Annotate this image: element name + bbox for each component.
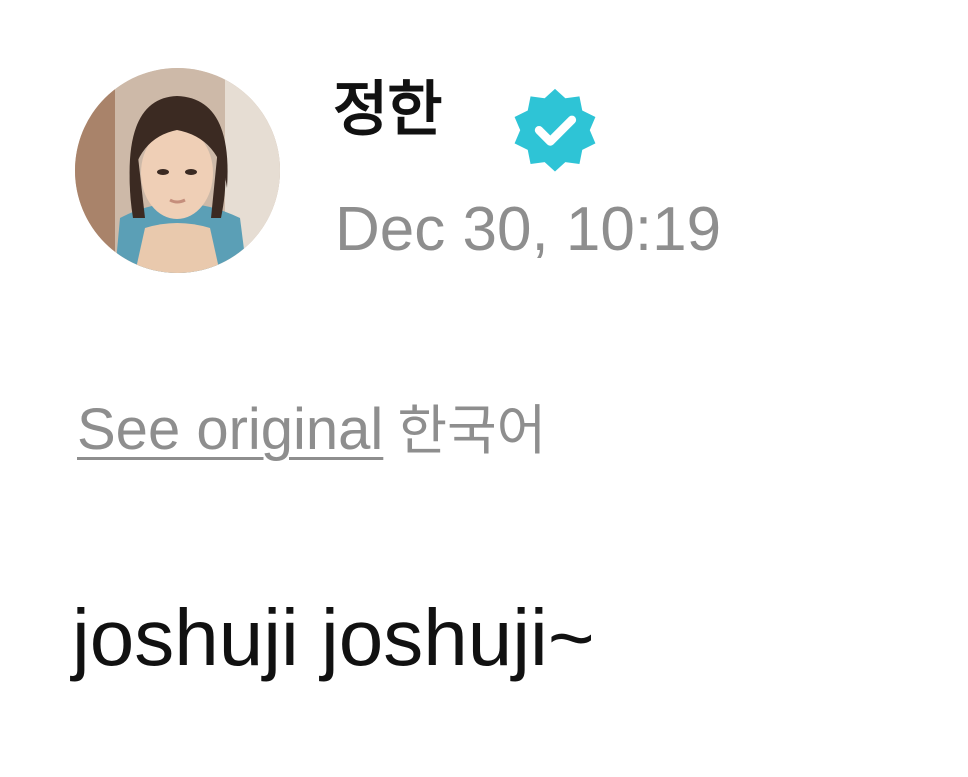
source-language-label: 한국어 [397,399,547,462]
post-body-text: joshuji joshuji~ [72,593,595,682]
avatar-photo [75,68,280,273]
author-avatar[interactable] [75,68,280,273]
translation-info: See original 한국어 [77,392,546,469]
verified-badge-icon [508,86,602,180]
author-name[interactable]: 정한 [333,74,442,146]
see-original-link[interactable]: See original [77,397,383,462]
post-timestamp: Dec 30, 10:19 [335,195,722,264]
post-card: 정한 Dec 30, 10:19 See original 한국어 joshuji… [0,0,968,777]
